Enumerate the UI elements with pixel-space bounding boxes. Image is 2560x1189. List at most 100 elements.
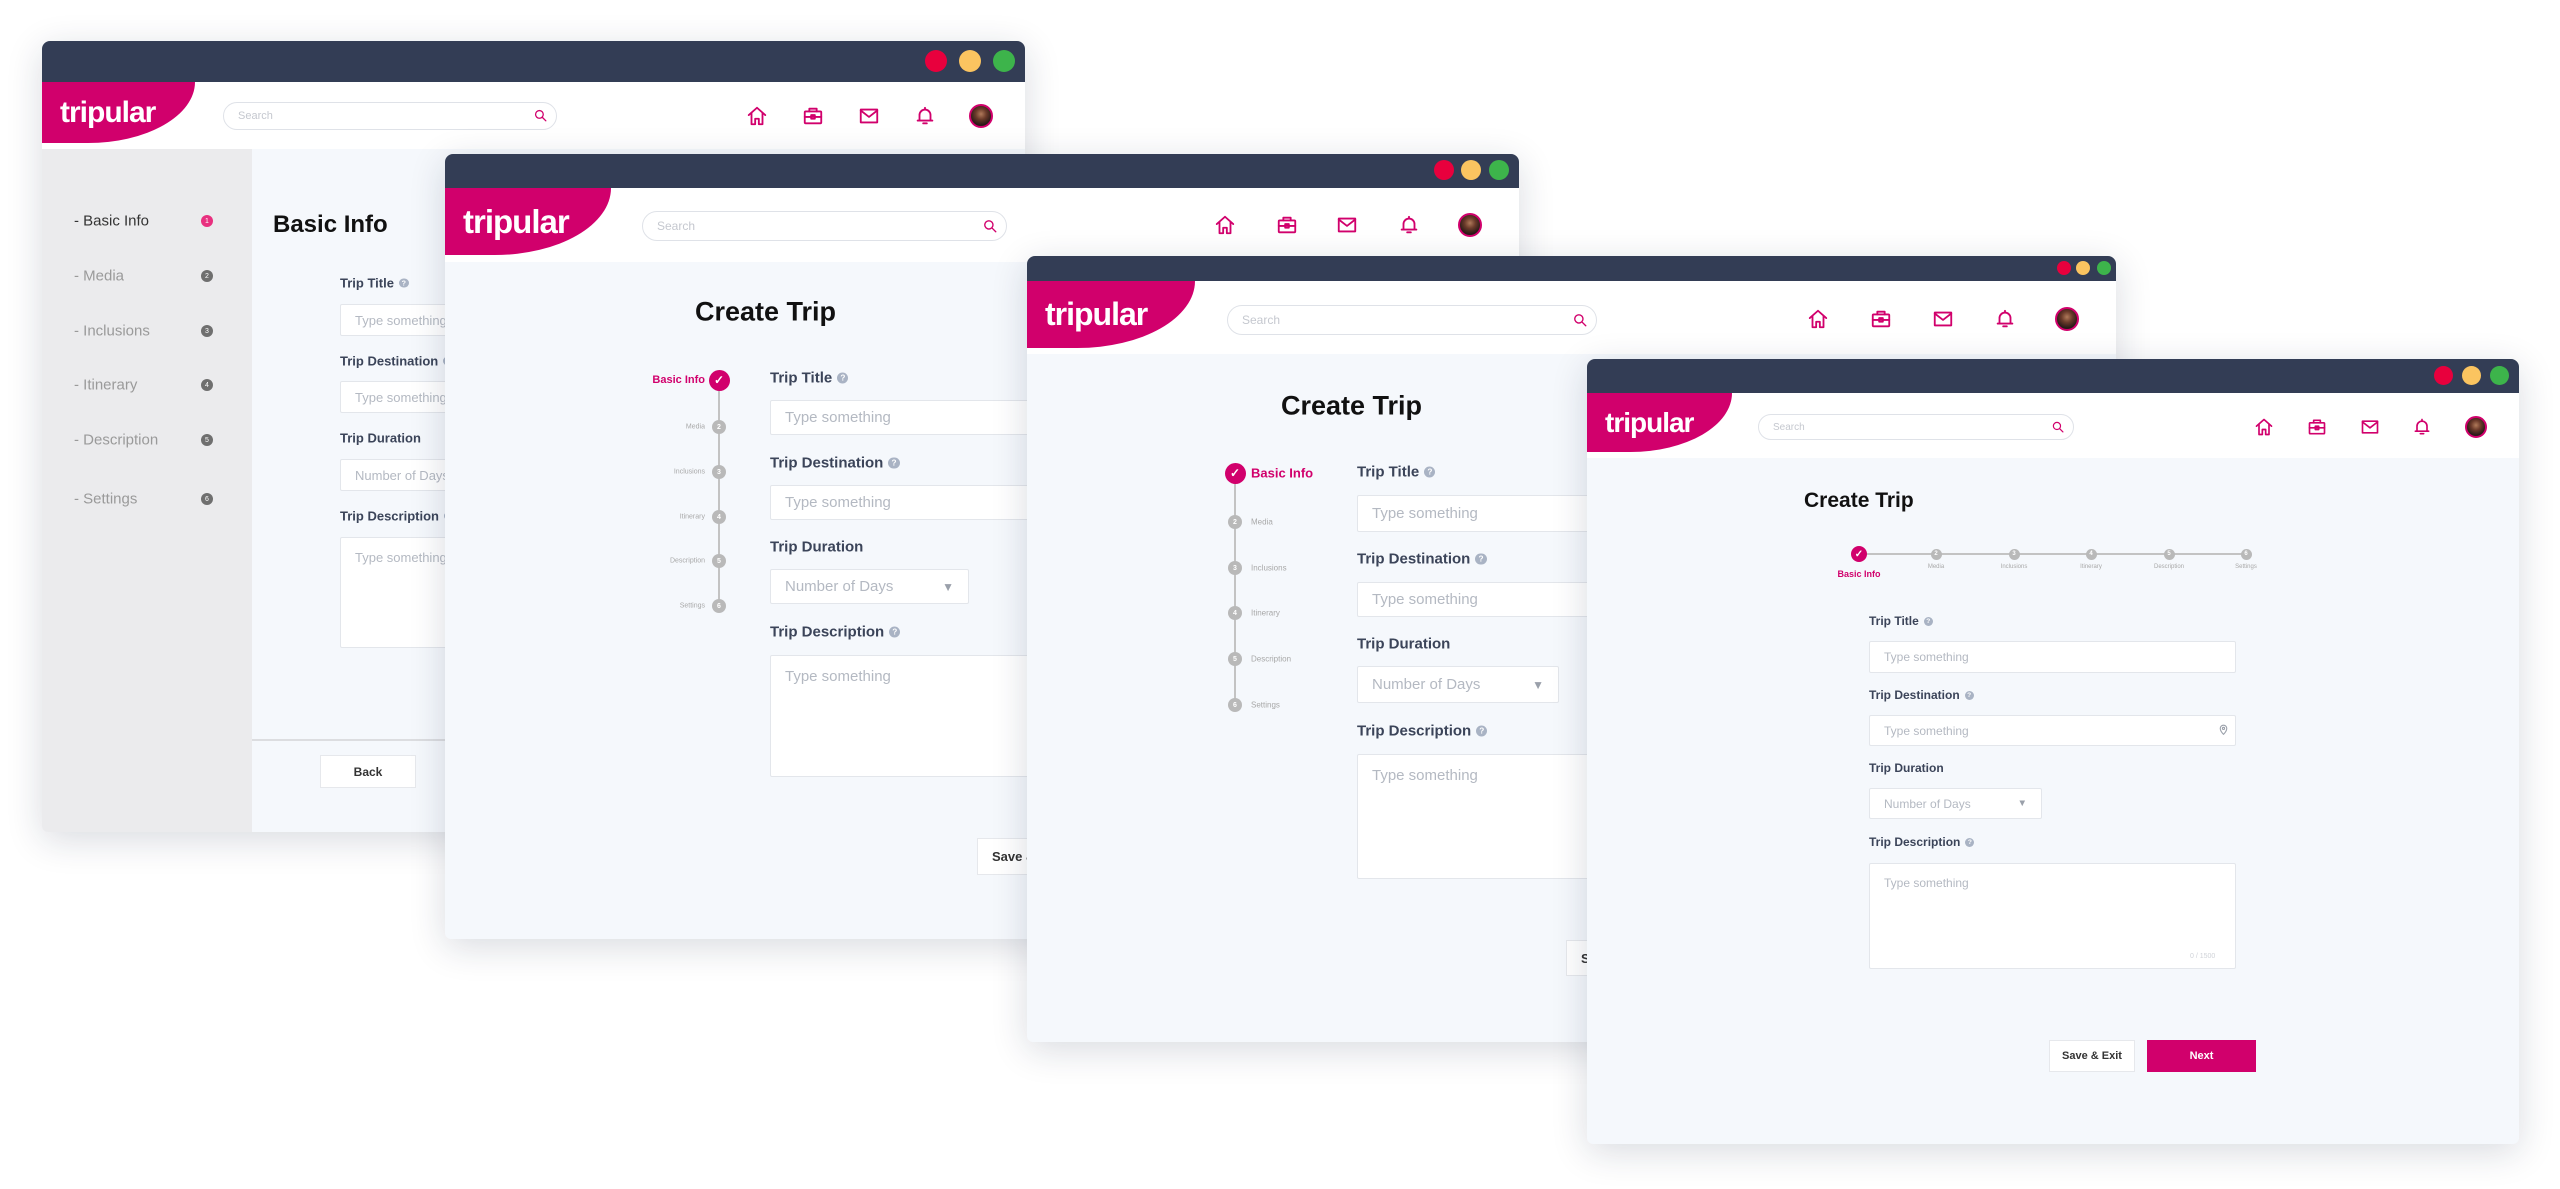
home-icon[interactable]	[2254, 417, 2274, 437]
briefcase-icon[interactable]	[2307, 417, 2327, 437]
help-icon[interactable]: ?	[837, 372, 849, 384]
bell-icon[interactable]	[914, 105, 936, 127]
search-bar[interactable]: Search	[642, 211, 1007, 241]
search-input-placeholder[interactable]: Search	[1773, 422, 2051, 433]
sidebar-item[interactable]: - Settings	[74, 491, 137, 508]
step-label[interactable]: Settings	[1251, 701, 1280, 710]
search-input-placeholder[interactable]: Search	[238, 110, 533, 122]
step-check-icon[interactable]: ✓	[1851, 546, 1867, 562]
step-check-icon[interactable]: ✓	[708, 369, 730, 391]
help-icon[interactable]: ?	[1475, 553, 1487, 565]
step-number-badge[interactable]: 4	[712, 510, 726, 524]
briefcase-icon[interactable]	[1870, 308, 1892, 330]
step-check-icon[interactable]: ✓	[1224, 462, 1246, 484]
help-icon[interactable]: ?	[889, 626, 901, 638]
user-avatar[interactable]	[2465, 416, 2487, 438]
bell-icon[interactable]	[1398, 214, 1420, 236]
step-number-badge[interactable]: 6	[712, 599, 726, 613]
mail-icon[interactable]	[1932, 308, 1954, 330]
step-label[interactable]: Description	[2129, 564, 2209, 570]
search-input-placeholder[interactable]: Search	[1242, 313, 1572, 327]
briefcase-icon[interactable]	[802, 105, 824, 127]
home-icon[interactable]	[1807, 308, 1829, 330]
home-icon[interactable]	[1214, 214, 1236, 236]
step-label[interactable]: Basic Info	[652, 374, 705, 386]
step-label[interactable]: Settings	[2206, 564, 2286, 570]
maximize-button[interactable]	[993, 50, 1015, 72]
trip-title-input[interactable]: Type something	[1869, 641, 2236, 673]
step-label[interactable]: Itinerary	[680, 514, 705, 521]
step-label[interactable]: Basic Info	[1819, 569, 1899, 579]
step-label[interactable]: Media	[1896, 564, 1976, 570]
step-number-badge[interactable]: 2	[1930, 548, 1942, 560]
bell-icon[interactable]	[1994, 308, 2016, 330]
mail-icon[interactable]	[858, 105, 880, 127]
step-number-badge[interactable]: 2	[712, 420, 726, 434]
help-icon[interactable]: ?	[1964, 690, 1974, 700]
bell-icon[interactable]	[2412, 417, 2432, 437]
mail-icon[interactable]	[2360, 417, 2380, 437]
help-icon[interactable]: ?	[1965, 837, 1975, 847]
step-label[interactable]: Itinerary	[1251, 609, 1280, 618]
step-number-badge[interactable]: 5	[712, 554, 726, 568]
help-icon[interactable]: ?	[1923, 616, 1933, 626]
save-exit-button[interactable]: Save & Exit	[2049, 1040, 2135, 1072]
trip-duration-select[interactable]: Number of Days ▼	[1869, 788, 2042, 819]
next-button[interactable]: Next	[2147, 1040, 2256, 1072]
maximize-button[interactable]	[2489, 365, 2509, 385]
step-label[interactable]: Itinerary	[2051, 564, 2131, 570]
search-bar[interactable]: Search	[1758, 414, 2074, 440]
maximize-button[interactable]	[1489, 160, 1509, 180]
close-button[interactable]	[2057, 261, 2071, 275]
help-icon[interactable]: ?	[398, 278, 409, 288]
search-icon[interactable]	[982, 218, 999, 235]
search-bar[interactable]: Search	[223, 102, 557, 130]
step-number-badge[interactable]: 5	[2163, 548, 2175, 560]
minimize-button[interactable]	[959, 50, 981, 72]
step-number-badge[interactable]: 3	[2008, 548, 2020, 560]
sidebar-item[interactable]: - Inclusions	[74, 323, 150, 340]
trip-duration-select[interactable]: Number of Days ▼	[770, 569, 969, 604]
help-icon[interactable]: ?	[1476, 725, 1488, 737]
step-number-badge[interactable]: 3	[1228, 561, 1242, 575]
step-number-badge[interactable]: 4	[1228, 606, 1242, 620]
trip-duration-select[interactable]: Number of Days ▼	[1357, 666, 1559, 703]
step-number-badge[interactable]: 4	[2085, 548, 2097, 560]
back-button[interactable]: Back	[320, 755, 416, 788]
sidebar-item[interactable]: - Basic Info	[74, 213, 149, 230]
step-label[interactable]: Basic Info	[1251, 466, 1313, 481]
search-input-placeholder[interactable]: Search	[657, 219, 982, 233]
close-button[interactable]	[925, 50, 947, 72]
trip-description-textarea[interactable]: Type something	[1869, 863, 2236, 969]
close-button[interactable]	[2433, 365, 2453, 385]
step-label[interactable]: Settings	[680, 603, 705, 610]
maximize-button[interactable]	[2097, 261, 2111, 275]
step-number-badge[interactable]: 3	[712, 465, 726, 479]
search-bar[interactable]: Search	[1227, 305, 1597, 335]
step-label[interactable]: Media	[1251, 518, 1273, 527]
briefcase-icon[interactable]	[1276, 214, 1298, 236]
user-avatar[interactable]	[2055, 307, 2079, 331]
search-icon[interactable]	[2051, 420, 2065, 434]
search-icon[interactable]	[533, 108, 548, 123]
home-icon[interactable]	[746, 105, 768, 127]
step-number-badge[interactable]: 2	[1228, 515, 1242, 529]
help-icon[interactable]: ?	[888, 457, 900, 469]
close-button[interactable]	[1434, 160, 1454, 180]
step-label[interactable]: Inclusions	[674, 469, 705, 476]
step-label[interactable]: Description	[670, 558, 705, 565]
sidebar-item[interactable]: - Itinerary	[74, 377, 137, 394]
step-label[interactable]: Inclusions	[1974, 564, 2054, 570]
user-avatar[interactable]	[1458, 213, 1482, 237]
help-icon[interactable]: ?	[1424, 466, 1436, 478]
user-avatar[interactable]	[969, 104, 993, 128]
search-icon[interactable]	[1572, 312, 1589, 329]
step-number-badge[interactable]: 6	[1228, 698, 1242, 712]
step-label[interactable]: Description	[1251, 655, 1291, 664]
step-label[interactable]: Media	[686, 424, 705, 431]
minimize-button[interactable]	[2076, 261, 2090, 275]
minimize-button[interactable]	[1461, 160, 1481, 180]
trip-destination-input[interactable]: Type something	[1869, 715, 2236, 746]
step-label[interactable]: Inclusions	[1251, 564, 1287, 573]
mail-icon[interactable]	[1336, 214, 1358, 236]
